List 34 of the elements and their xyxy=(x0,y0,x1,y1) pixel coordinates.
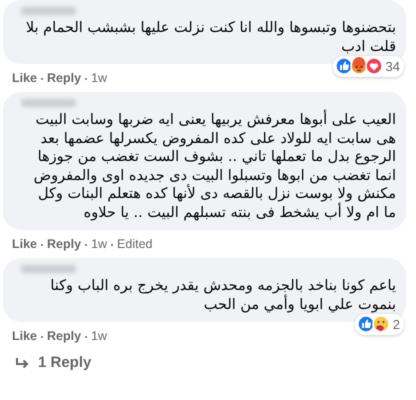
reply-link[interactable]: Reply xyxy=(47,69,82,88)
timestamp: 1w xyxy=(91,328,108,346)
like-reaction-icon xyxy=(334,57,353,76)
like-link[interactable]: Like xyxy=(12,327,38,346)
blurred-name xyxy=(21,265,76,273)
blurred-name xyxy=(21,99,76,107)
heart-reaction-icon xyxy=(364,57,383,76)
comment-text: العيب على أبوها معرفش يربيها يعنى ايه ضربها وسابت البيت هى سابت ايه للولاد على كده المفروض يكسرلها عضمها بعد الرجوع بدل ما تعملها تاني .. بشوف الست تغضب من جوزها انما تغضب من ابوها وتسبلوا البيت دى جديده اوى والمفروض مكنش ولا بوست نزل بالقصه دى لأنها كده هتعلم البنات وكل ما ام ولا أب يشخط فى بنته تسبلهم البيت .. يا حلاوه xyxy=(13,111,396,222)
comment-text: ياعم كونا بناخد بالجزمه ومحدش يقدر يخرج بره الباب وكنا بنموت علي ابويا وأمي من الحب xyxy=(49,277,396,314)
edited-label: Edited xyxy=(117,236,152,254)
separator-dot xyxy=(111,244,114,246)
timestamp: 1w xyxy=(91,236,108,254)
view-replies-link[interactable]: 1 Reply xyxy=(38,352,92,374)
separator-dot xyxy=(85,336,88,338)
like-link[interactable]: Like xyxy=(12,69,38,88)
reaction-summary[interactable]: 2 xyxy=(354,314,404,335)
comment-text: بتحضنوها وتبسوها والله انا كنت نزلت عليها بشبشب الحمام بلا قلت ادب xyxy=(24,19,396,56)
like-link[interactable]: Like xyxy=(12,235,38,254)
separator-dot xyxy=(41,336,44,338)
separator-dot xyxy=(85,244,88,246)
reply-link[interactable]: Reply xyxy=(47,327,82,346)
angry-reaction-icon xyxy=(350,57,368,76)
separator-dot xyxy=(41,78,44,80)
separator-dot xyxy=(85,78,88,80)
separator-dot xyxy=(41,244,44,246)
timestamp: 1w xyxy=(91,70,108,88)
hugging-face-icon xyxy=(372,315,390,334)
reaction-count: 34 xyxy=(386,58,400,76)
reaction-summary[interactable]: 34 xyxy=(332,56,404,77)
reply-arrow-icon xyxy=(14,356,30,370)
like-reaction-icon xyxy=(356,315,375,334)
blurred-name xyxy=(21,7,76,15)
reaction-count: 2 xyxy=(392,316,400,334)
reply-link[interactable]: Reply xyxy=(47,235,82,254)
